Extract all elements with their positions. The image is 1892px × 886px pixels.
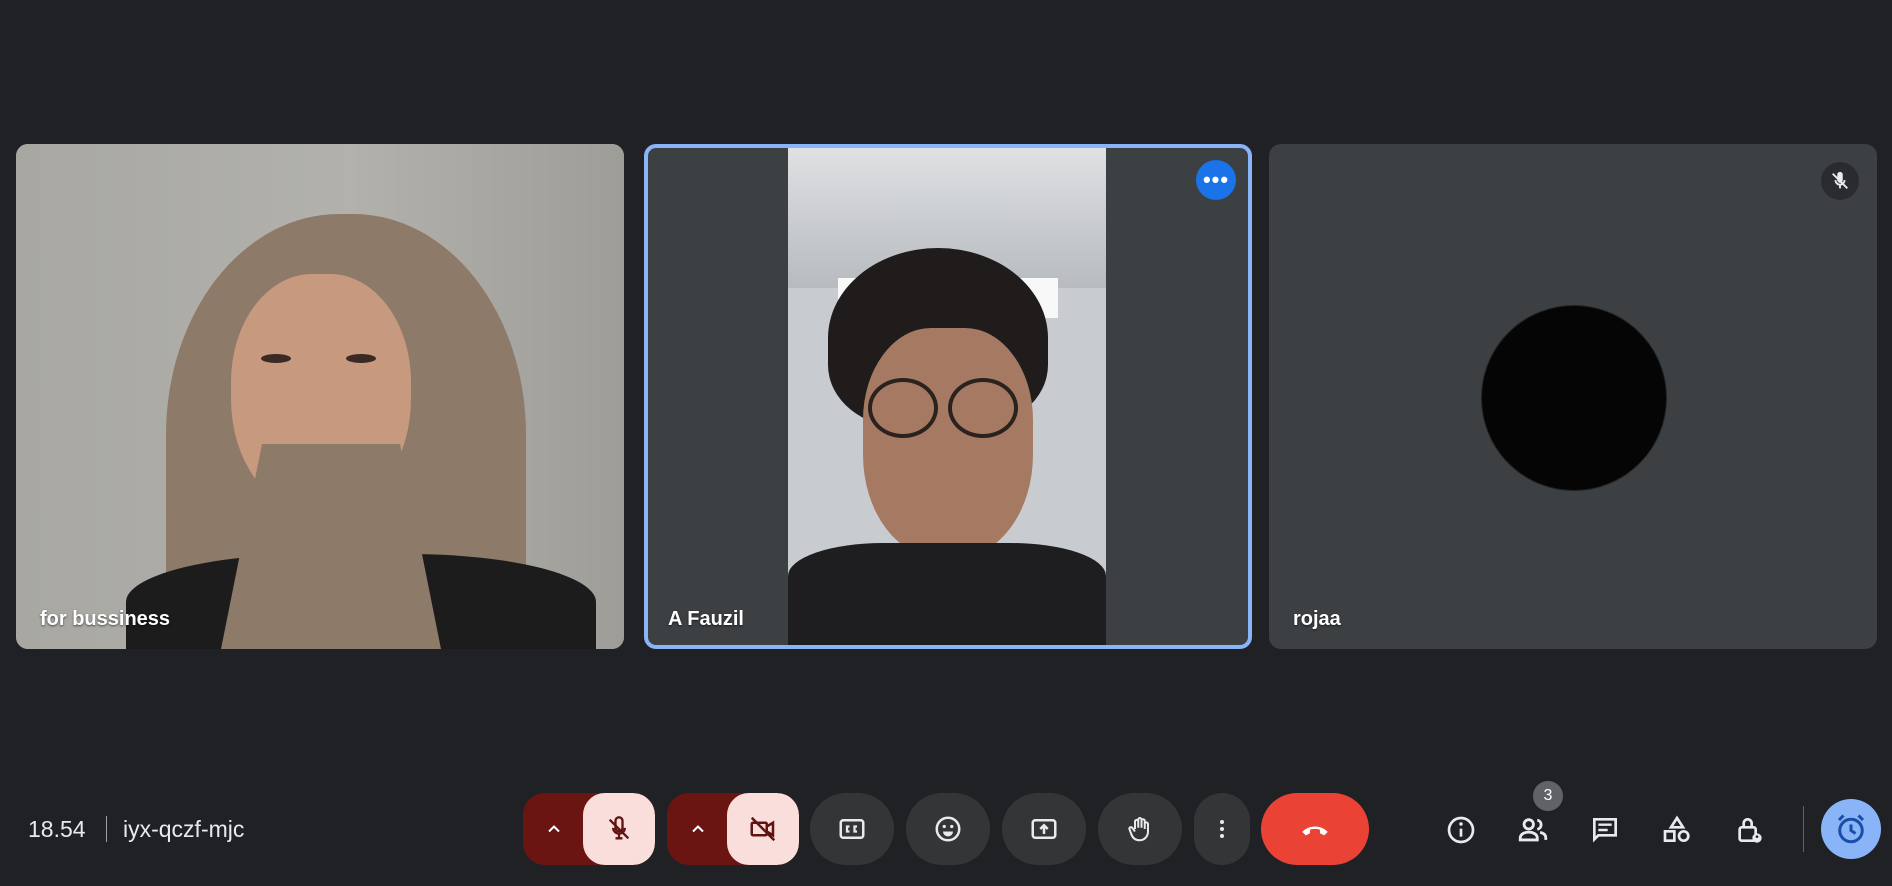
host-controls-button[interactable] (1725, 806, 1773, 854)
eye (261, 354, 291, 363)
microphone-toggle-button[interactable] (583, 793, 655, 865)
raise-hand-button[interactable] (1098, 793, 1182, 865)
meeting-details-button[interactable] (1437, 806, 1485, 854)
host-controls-icon (1738, 818, 1762, 843)
leave-call-button[interactable] (1261, 793, 1369, 865)
divider (106, 816, 107, 842)
camera-control-group (667, 793, 799, 865)
participant-tile-a-fauzil[interactable]: ••• A Fauzil (644, 144, 1252, 649)
people-button[interactable] (1509, 806, 1557, 854)
participant-name: rojaa (1293, 608, 1341, 630)
chat-icon (1593, 818, 1617, 843)
call-end-icon (1302, 826, 1328, 836)
participant-video (788, 148, 1106, 645)
participant-tile-rojaa[interactable]: rojaa (1269, 144, 1877, 649)
participant-name: for bussiness (40, 608, 171, 630)
videocam-off-icon (750, 816, 776, 842)
chat-button[interactable] (1581, 806, 1629, 854)
meeting-code: iyx-qczf-mjc (123, 816, 245, 842)
reactions-button[interactable] (906, 793, 990, 865)
participant-name: A Fauzil (668, 608, 744, 630)
video-settings-button[interactable] (667, 793, 729, 865)
present-now-button[interactable] (1002, 793, 1086, 865)
divider (1803, 806, 1804, 852)
more-vert-icon (1220, 820, 1224, 838)
emoji-icon (935, 816, 961, 842)
more-options-button[interactable]: ••• (1196, 160, 1236, 200)
participant-tile-for-bussiness[interactable]: for bussiness (16, 144, 624, 649)
activities-icon (1663, 815, 1690, 842)
timer-icon (1837, 814, 1865, 844)
microphone-control-group (523, 793, 655, 865)
audio-settings-button[interactable] (523, 793, 585, 865)
mic-off-icon (1832, 171, 1848, 189)
info-icon (1447, 816, 1475, 844)
mic-off-indicator (1821, 162, 1859, 200)
people-icon (1518, 818, 1548, 842)
meeting-time: 18.54 (28, 816, 86, 842)
activities-button[interactable] (1653, 806, 1701, 854)
present-icon (1031, 819, 1057, 839)
captions-button[interactable] (810, 793, 894, 865)
chevron-up-icon (548, 825, 560, 833)
avatar (1481, 305, 1667, 491)
raise-hand-icon (1128, 817, 1149, 842)
camera-toggle-button[interactable] (727, 793, 799, 865)
timer-button[interactable] (1821, 799, 1881, 859)
more-options-button[interactable] (1194, 793, 1250, 865)
eye (346, 354, 376, 363)
captions-icon (839, 819, 865, 839)
chevron-up-icon (692, 825, 704, 833)
mic-off-icon (608, 816, 630, 840)
more-horiz-icon: ••• (1202, 167, 1230, 192)
